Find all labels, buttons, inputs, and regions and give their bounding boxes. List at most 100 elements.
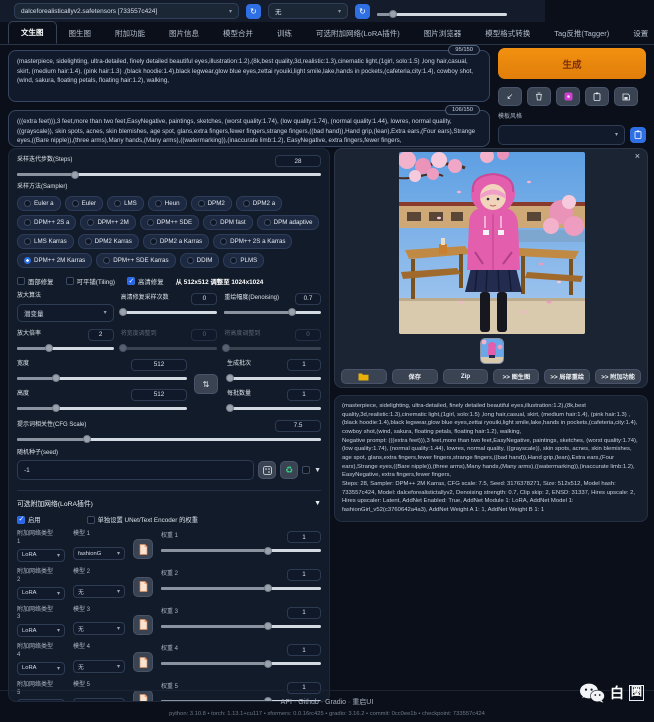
seed-input[interactable]: -1 bbox=[17, 460, 254, 480]
save-style-button[interactable] bbox=[614, 87, 638, 106]
sampler-option[interactable]: Euler bbox=[65, 196, 103, 211]
reuse-seed-button[interactable]: ♻ bbox=[280, 461, 298, 479]
cfg-slider[interactable] bbox=[17, 438, 321, 441]
lora-enable-checkbox[interactable]: 启用 bbox=[17, 515, 41, 524]
lora-separate-weights-checkbox[interactable]: 单独设置 UNet/Text Encoder 的权重 bbox=[87, 515, 198, 524]
tiling-checkbox[interactable]: 可平铺(Tiling) bbox=[66, 277, 115, 286]
sampler-option-selected[interactable]: DPM++ 2M Karras bbox=[17, 253, 92, 268]
sampler-option[interactable]: DPM adaptive bbox=[257, 215, 320, 230]
lora-weight-value[interactable]: 1 bbox=[287, 531, 321, 543]
upscale-by-value[interactable]: 2 bbox=[88, 329, 114, 341]
lora-weight-value[interactable]: 1 bbox=[287, 607, 321, 619]
tab-tagger[interactable]: Tag反推(Tagger) bbox=[542, 23, 621, 44]
positive-prompt-input[interactable]: (masterpiece, sidelighting, ultra-detail… bbox=[8, 50, 490, 102]
sampler-option[interactable]: DPM++ 2M bbox=[80, 215, 135, 230]
tab-model-converter[interactable]: 模型格式转换 bbox=[473, 23, 542, 44]
lora-model-file-button[interactable] bbox=[133, 539, 153, 559]
batch-count-value[interactable]: 1 bbox=[287, 359, 321, 371]
gallery-thumbnail[interactable] bbox=[480, 338, 504, 364]
negative-prompt-input[interactable]: (((extra feet))),3 feet,more than two fe… bbox=[8, 110, 490, 147]
sampler-option[interactable]: DPM2 a Karras bbox=[143, 234, 209, 249]
refresh-vae-button[interactable]: ↻ bbox=[355, 4, 370, 19]
height-slider[interactable] bbox=[17, 407, 187, 410]
lora-model-select[interactable]: 无▾ bbox=[73, 660, 125, 673]
sampler-option[interactable]: DPM++ 2S a Karras bbox=[213, 234, 292, 249]
random-seed-button[interactable] bbox=[258, 461, 276, 479]
steps-slider[interactable] bbox=[17, 173, 321, 176]
open-folder-button[interactable] bbox=[341, 369, 387, 384]
lora-type-select[interactable]: LoRA▾ bbox=[17, 662, 65, 675]
width-slider[interactable] bbox=[17, 377, 187, 380]
generate-button[interactable]: 生成 bbox=[498, 48, 646, 79]
lora-model-file-button[interactable] bbox=[133, 615, 153, 635]
batch-size-slider[interactable] bbox=[227, 407, 321, 410]
tab-img2img[interactable]: 图生图 bbox=[57, 23, 104, 44]
batch-count-slider[interactable] bbox=[227, 377, 321, 380]
reload-ui-link[interactable]: 重启UI bbox=[346, 699, 373, 706]
cfg-value[interactable]: 7.5 bbox=[275, 420, 321, 432]
sampler-option[interactable]: DPM2 bbox=[191, 196, 232, 211]
upscale-by-slider[interactable] bbox=[17, 347, 114, 350]
sampler-option[interactable]: Euler a bbox=[17, 196, 61, 211]
tab-train[interactable]: 训练 bbox=[265, 23, 304, 44]
tab-extras[interactable]: 附加功能 bbox=[103, 23, 157, 44]
save-image-button[interactable]: 保存 bbox=[392, 369, 438, 384]
send-to-img2img-button[interactable]: >> 图生图 bbox=[493, 369, 539, 384]
lora-type-select[interactable]: LoRA▾ bbox=[17, 587, 65, 600]
close-icon[interactable]: × bbox=[635, 151, 640, 161]
lora-accordion-header[interactable]: 可选附加网络(LoRA插件) ▼ bbox=[17, 490, 321, 508]
refresh-checkpoint-button[interactable]: ↻ bbox=[246, 4, 261, 19]
sampler-option[interactable]: Heun bbox=[148, 196, 187, 211]
width-value[interactable]: 512 bbox=[131, 359, 187, 371]
sampler-option[interactable]: LMS Karras bbox=[17, 234, 74, 249]
batch-size-value[interactable]: 1 bbox=[287, 389, 321, 401]
tab-image-browser[interactable]: 图片浏览器 bbox=[412, 23, 474, 44]
lora-weight-value[interactable]: 1 bbox=[287, 644, 321, 656]
lora-model-select[interactable]: 无▾ bbox=[73, 585, 125, 598]
send-to-extras-button[interactable]: >> 附加功能 bbox=[595, 369, 641, 384]
seed-extra-checkbox[interactable] bbox=[302, 466, 310, 474]
gradio-link[interactable]: Gradio bbox=[319, 699, 346, 706]
sampler-option[interactable]: LMS bbox=[107, 196, 144, 211]
tab-settings[interactable]: 设置 bbox=[621, 23, 654, 44]
restore-faces-checkbox[interactable]: 面部修复 bbox=[17, 277, 54, 286]
lora-model-file-button[interactable] bbox=[133, 577, 153, 597]
checkpoint-select[interactable]: dalceforealisticallyv2.safetensors [7335… bbox=[14, 3, 239, 19]
styles-select[interactable]: ▾ bbox=[498, 125, 625, 145]
tab-txt2img[interactable]: 文生图 bbox=[8, 21, 57, 44]
sampler-option[interactable]: DPM2 a bbox=[236, 196, 282, 211]
hires-steps-slider[interactable] bbox=[121, 311, 218, 314]
zip-button[interactable]: Zip bbox=[443, 369, 489, 384]
clear-prompt-button[interactable] bbox=[527, 87, 551, 106]
send-to-inpaint-button[interactable]: >> 局部重绘 bbox=[544, 369, 590, 384]
lora-weight-slider[interactable] bbox=[161, 587, 321, 590]
lora-weight-slider[interactable] bbox=[161, 549, 321, 552]
vae-select[interactable]: 无 ▾ bbox=[268, 3, 348, 19]
lora-type-select[interactable]: LoRA▾ bbox=[17, 549, 65, 562]
hires-fix-checkbox[interactable]: 高清修复 bbox=[127, 277, 164, 286]
upscaler-select[interactable]: 潜变量▾ bbox=[17, 304, 114, 322]
lora-model-select[interactable]: 无▾ bbox=[73, 622, 125, 635]
github-link[interactable]: Github bbox=[292, 699, 319, 706]
swap-dimensions-button[interactable]: ⇅ bbox=[194, 374, 218, 394]
apply-styles-blue-button[interactable] bbox=[630, 127, 646, 143]
steps-value[interactable]: 28 bbox=[275, 155, 321, 167]
sampler-option[interactable]: DPM2 Karras bbox=[78, 234, 139, 249]
denoise-value[interactable]: 0.7 bbox=[295, 293, 321, 305]
sampler-option[interactable]: PLMS bbox=[223, 253, 264, 268]
denoise-slider[interactable] bbox=[224, 311, 321, 314]
lora-model-select[interactable]: fashionG▾ bbox=[73, 547, 125, 560]
sampler-option[interactable]: DPM++ 2S a bbox=[17, 215, 76, 230]
seed-collapse-icon[interactable]: ▼ bbox=[314, 467, 321, 474]
lora-weight-slider[interactable] bbox=[161, 662, 321, 665]
tab-png-info[interactable]: 图片信息 bbox=[157, 23, 211, 44]
tab-checkpoint-merger[interactable]: 模型合并 bbox=[211, 23, 265, 44]
apply-style-button[interactable] bbox=[585, 87, 609, 106]
paste-params-button[interactable]: ↙ bbox=[498, 87, 522, 106]
sampler-option[interactable]: DPM++ SDE bbox=[140, 215, 199, 230]
sampler-option[interactable]: DPM++ SDE Karras bbox=[96, 253, 175, 268]
sampler-option[interactable]: DDIM bbox=[180, 253, 220, 268]
api-link[interactable]: API bbox=[281, 699, 292, 706]
sampler-option[interactable]: DPM fast bbox=[203, 215, 252, 230]
lora-weight-value[interactable]: 1 bbox=[287, 569, 321, 581]
